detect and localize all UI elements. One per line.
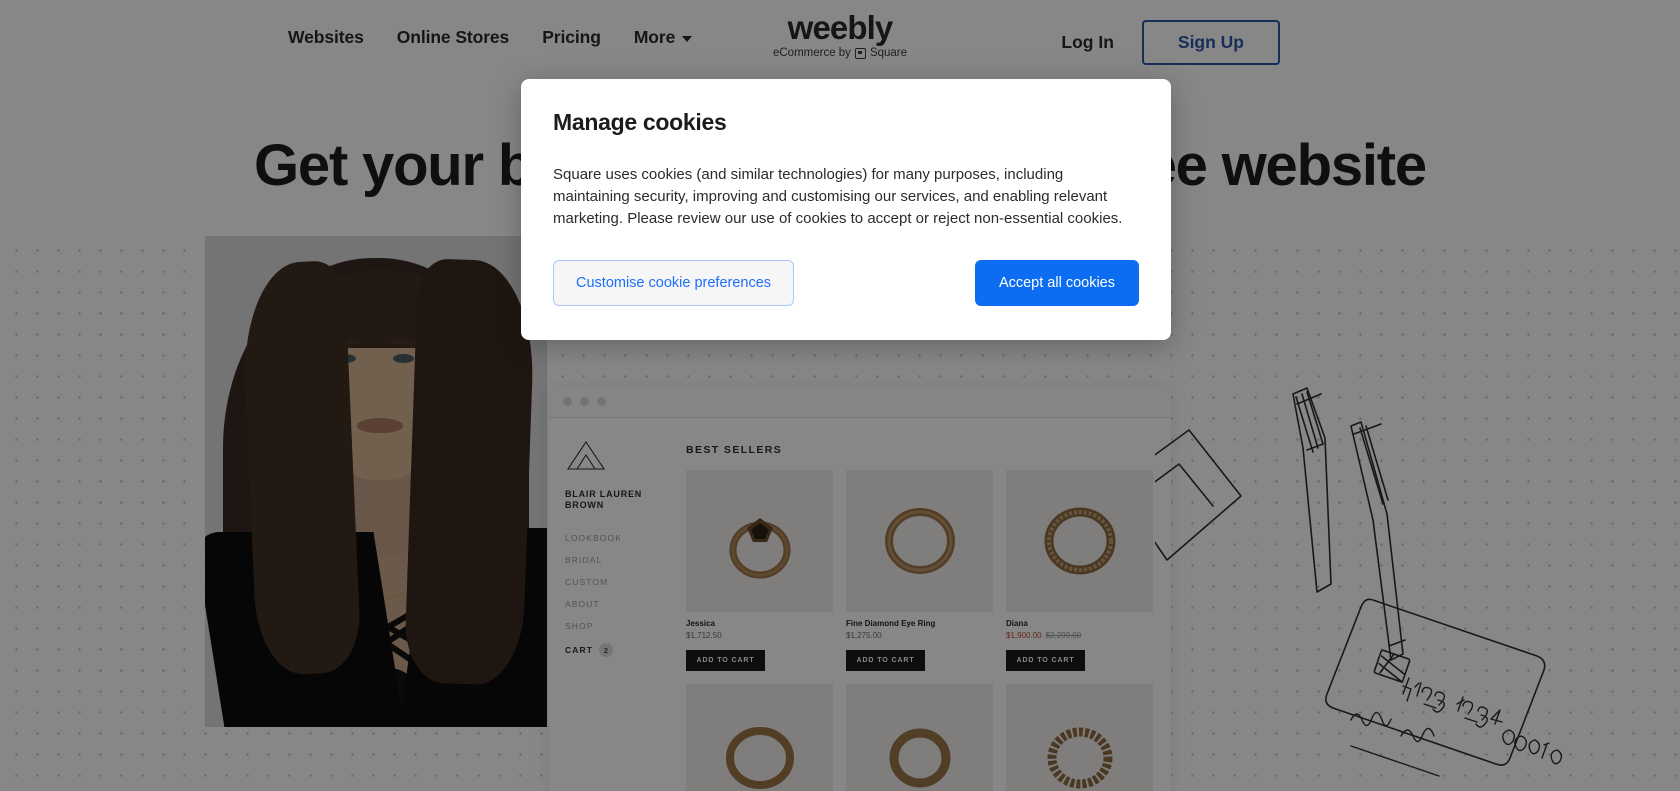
dialog-actions: Customise cookie preferences Accept all … <box>553 260 1139 306</box>
customise-cookie-preferences-button[interactable]: Customise cookie preferences <box>553 260 795 306</box>
accept-all-cookies-button[interactable]: Accept all cookies <box>974 260 1139 306</box>
dialog-title: Manage cookies <box>553 109 727 135</box>
manage-cookies-dialog: Manage cookies Square uses cookies (and … <box>521 79 1171 340</box>
dialog-body-text: Square uses cookies (and similar technol… <box>553 166 1123 227</box>
